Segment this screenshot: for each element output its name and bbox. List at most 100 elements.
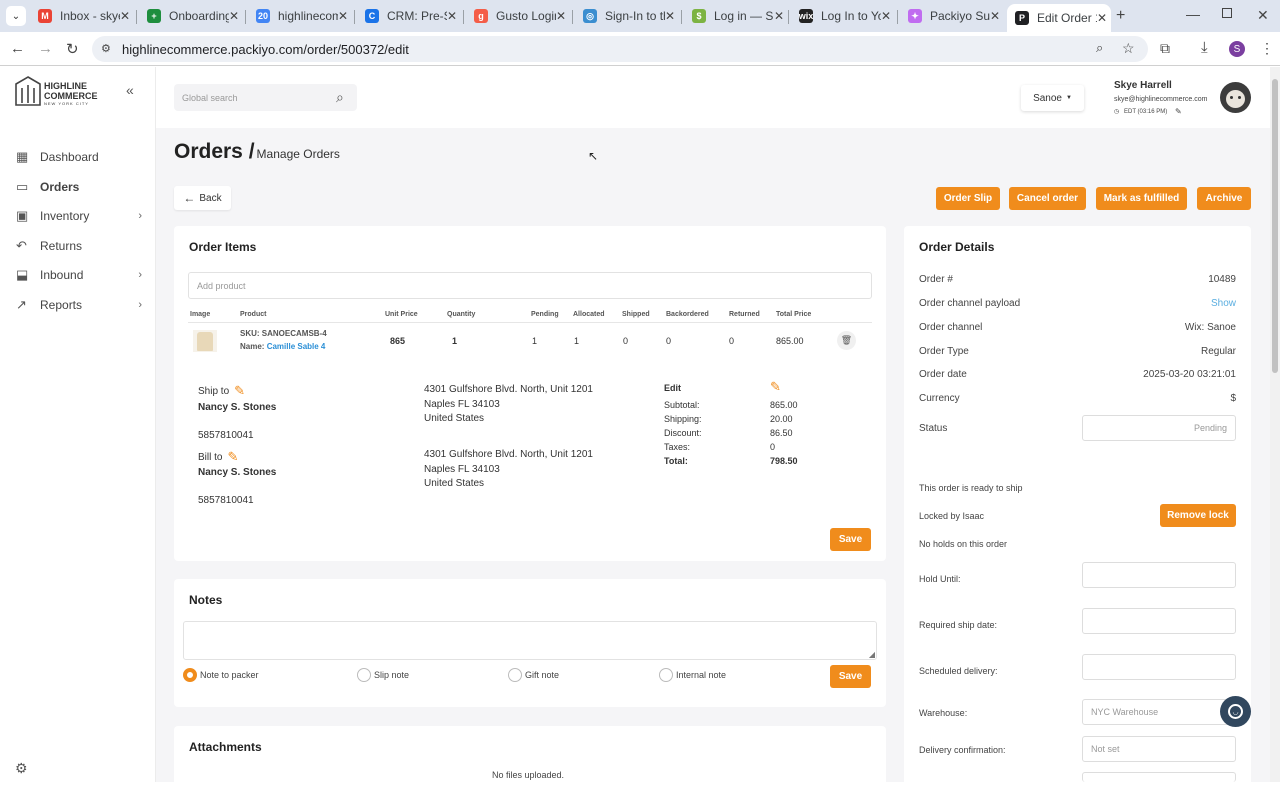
url-text[interactable]: highlinecommerce.packiyo.com/order/50037… bbox=[122, 42, 409, 57]
browser-tab[interactable]: + Onboarding ✕ bbox=[139, 4, 243, 28]
show-payload-link[interactable]: Show bbox=[1211, 298, 1236, 309]
radio-slip-note[interactable]: Slip note bbox=[357, 668, 409, 682]
edit-bill-pencil-icon[interactable]: ✎ bbox=[227, 449, 238, 465]
browser-tab[interactable]: ✦ Packiyo Supp✕ bbox=[900, 4, 1004, 28]
close-window-button[interactable]: ✕ bbox=[1257, 7, 1269, 24]
zoom-icon[interactable]: ⌕ bbox=[1096, 40, 1103, 56]
browser-tab[interactable]: ◎ Sign-In to th ✕ bbox=[575, 4, 679, 28]
mark-fulfilled-button[interactable]: Mark as fulfilled bbox=[1096, 187, 1187, 210]
browser-tab[interactable]: C CRM: Pre-Sa✕ bbox=[357, 4, 461, 28]
close-tab-icon[interactable]: ✕ bbox=[774, 9, 784, 23]
brand-line-3: NEW YORK CITY bbox=[44, 101, 89, 106]
back-nav-icon[interactable]: ← bbox=[10, 40, 25, 57]
add-product-input[interactable]: Add product bbox=[188, 272, 872, 299]
save-order-items-button[interactable]: Save bbox=[830, 528, 871, 551]
back-button[interactable]: ← Back bbox=[174, 186, 231, 210]
edit-totals-pencil-icon[interactable]: ✎ bbox=[770, 379, 781, 395]
notes-textarea[interactable]: ◢ bbox=[183, 621, 877, 660]
resize-grip-icon[interactable]: ◢ bbox=[869, 650, 875, 659]
radio-note-to-packer[interactable]: Note to packer bbox=[183, 668, 259, 682]
collapse-sidebar-icon[interactable]: « bbox=[126, 82, 134, 98]
browser-tab[interactable]: wix Log In to You✕ bbox=[791, 4, 895, 28]
ship-to-label: Ship to bbox=[198, 385, 230, 397]
browser-tab-label: Log In to You bbox=[821, 9, 881, 23]
product-name-link[interactable]: Camille Sable 4 bbox=[267, 342, 326, 351]
browser-tab[interactable]: g Gusto Login ✕ bbox=[466, 4, 570, 28]
search-icon[interactable]: ⌕ bbox=[336, 89, 344, 106]
save-note-button[interactable]: Save bbox=[830, 665, 871, 688]
radio-gift-note[interactable]: Gift note bbox=[508, 668, 559, 682]
sidebar-item-dashboard[interactable]: ▦ Dashboard bbox=[16, 149, 146, 165]
close-tab-icon[interactable]: ✕ bbox=[120, 9, 130, 23]
forward-nav-icon[interactable]: → bbox=[38, 40, 53, 57]
bookmark-star-icon[interactable]: ☆ bbox=[1122, 40, 1135, 57]
radio-internal-note[interactable]: Internal note bbox=[659, 668, 726, 682]
customer-select[interactable]: Sanoe ▼ bbox=[1021, 85, 1084, 111]
shipping-label: Shipping: bbox=[664, 414, 702, 424]
close-tab-icon[interactable]: ✕ bbox=[881, 9, 891, 23]
calendar-icon: 20 bbox=[256, 9, 270, 23]
close-tab-icon[interactable]: ✕ bbox=[447, 9, 457, 23]
close-tab-icon[interactable]: ✕ bbox=[665, 9, 675, 23]
close-tab-icon[interactable]: ✕ bbox=[990, 9, 1000, 23]
chart-icon: ↗ bbox=[16, 297, 27, 312]
order-date-value: 2025-03-20 03:21:01 bbox=[1143, 369, 1236, 380]
payload-label: Order channel payload bbox=[919, 298, 1021, 309]
crm-icon: C bbox=[365, 9, 379, 23]
close-tab-icon[interactable]: ✕ bbox=[1097, 11, 1107, 25]
sidebar-item-orders[interactable]: ▭ Orders bbox=[16, 179, 146, 195]
sidebar-item-returns[interactable]: ↶ Returns bbox=[16, 238, 146, 254]
extensions-icon[interactable]: ⧉ bbox=[1160, 40, 1170, 57]
site-info-icon[interactable]: ⚙ bbox=[101, 42, 111, 55]
close-tab-icon[interactable]: ✕ bbox=[338, 9, 348, 23]
delivery-confirmation-select[interactable]: Not set bbox=[1082, 736, 1236, 762]
column-header: Allocated bbox=[573, 311, 605, 318]
next-field-input[interactable] bbox=[1082, 772, 1236, 782]
profile-avatar[interactable]: S bbox=[1229, 41, 1245, 57]
remove-lock-button[interactable]: Remove lock bbox=[1160, 504, 1236, 527]
required-ship-date-input[interactable] bbox=[1082, 608, 1236, 634]
delete-item-button[interactable]: 🗑 bbox=[837, 331, 856, 350]
status-field[interactable]: Pending bbox=[1082, 415, 1236, 441]
browser-tab[interactable]: $ Log in — Sh ✕ bbox=[684, 4, 788, 28]
hold-until-input[interactable] bbox=[1082, 562, 1236, 588]
sidebar-item-inventory[interactable]: ▣ Inventory › bbox=[16, 208, 146, 224]
close-tab-icon[interactable]: ✕ bbox=[229, 9, 239, 23]
radio-circle bbox=[659, 668, 673, 682]
global-search-input[interactable]: Global search ⌕ bbox=[174, 84, 357, 111]
browser-tab[interactable]: 20 highlinecom ✕ bbox=[248, 4, 352, 28]
new-tab-button[interactable]: + bbox=[1116, 7, 1125, 25]
user-avatar[interactable] bbox=[1220, 82, 1251, 113]
sidebar-item-label: Orders bbox=[40, 180, 80, 194]
order-slip-button[interactable]: Order Slip bbox=[936, 187, 1000, 210]
archive-button[interactable]: Archive bbox=[1197, 187, 1251, 210]
scheduled-delivery-input[interactable] bbox=[1082, 654, 1236, 680]
tab-list-chevron-icon[interactable]: ⌄ bbox=[6, 6, 26, 26]
downloads-icon[interactable]: ⤓ bbox=[1201, 39, 1208, 56]
cancel-order-button[interactable]: Cancel order bbox=[1009, 187, 1086, 210]
column-header: Returned bbox=[729, 311, 760, 318]
warehouse-select[interactable]: NYC Warehouse bbox=[1082, 699, 1236, 725]
scrollbar-thumb[interactable] bbox=[1272, 79, 1278, 373]
order-details-title: Order Details bbox=[919, 240, 995, 254]
sidebar-item-inbound[interactable]: ⬓ Inbound › bbox=[16, 267, 146, 283]
tab-separator bbox=[788, 10, 789, 24]
bill-address-line: Naples FL 34103 bbox=[424, 463, 500, 475]
scrollbar[interactable] bbox=[1270, 67, 1280, 782]
edit-ship-pencil-icon[interactable]: ✎ bbox=[234, 383, 245, 399]
support-chat-button[interactable]: ◡ bbox=[1220, 696, 1251, 727]
settings-gear-icon[interactable]: ⚙ bbox=[15, 760, 28, 777]
minimize-button[interactable]: — bbox=[1186, 6, 1200, 22]
reload-icon[interactable]: ↻ bbox=[66, 40, 79, 58]
sidebar-item-reports[interactable]: ↗ Reports › bbox=[16, 297, 146, 313]
browser-menu-icon[interactable]: ⋮ bbox=[1260, 40, 1274, 57]
close-tab-icon[interactable]: ✕ bbox=[556, 9, 566, 23]
browser-tab[interactable]: P Edit Order 10✕ bbox=[1007, 4, 1111, 32]
edit-timezone-icon[interactable]: ✎ bbox=[1175, 107, 1182, 116]
maximize-button[interactable] bbox=[1222, 8, 1232, 18]
totals-edit-label: Edit bbox=[664, 383, 681, 393]
sidebar bbox=[0, 67, 156, 782]
sidebar-item-label: Dashboard bbox=[40, 150, 99, 164]
browser-tab[interactable]: M Inbox - skye@✕ bbox=[30, 4, 134, 28]
quantity[interactable]: 1 bbox=[452, 336, 457, 346]
